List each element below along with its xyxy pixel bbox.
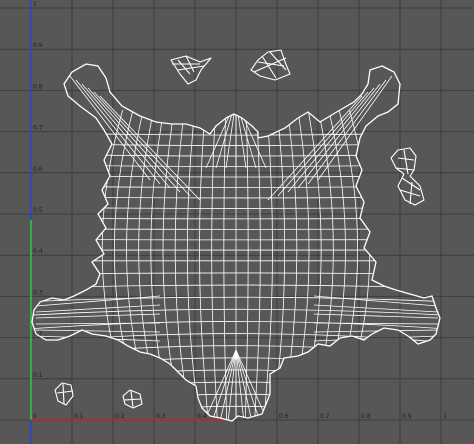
v-tick-label: 0.7 (33, 125, 43, 132)
main-hide-shell[interactable] (0, 63, 474, 430)
v-tick-label: 0.9 (33, 42, 43, 49)
u-tick-label: 0.1 (74, 413, 84, 420)
u-tick-label: 0.7 (320, 413, 330, 420)
tick-labels: 0 0.1 0.2 0.3 0.4 0.5 0.6 0.7 0.8 0.9 10.10.20.30.… (33, 1, 447, 420)
u-tick-label: 0.4 (197, 413, 207, 420)
u-tick-label: 0.8 (361, 413, 371, 420)
u-tick-label: 0.6 (279, 413, 289, 420)
v-tick-label: 1 (33, 1, 37, 8)
shell-fragment-top-left[interactable] (170, 55, 212, 85)
u-tick-label: 1 (443, 413, 447, 420)
shell-fragment-top-right[interactable] (250, 49, 291, 81)
shell-fragment-bottom-mid[interactable] (122, 389, 143, 409)
v-tick-label: 0.4 (33, 248, 43, 255)
v-tick-label: 0.1 (33, 372, 43, 379)
grid (0, 0, 474, 444)
u-tick-label: 0.9 (402, 413, 412, 420)
u-tick-label: 0 (33, 413, 37, 420)
hide-mesh (32, 75, 440, 421)
v-tick-label: 0.8 (33, 83, 43, 90)
v-tick-label: 0.3 (33, 289, 43, 296)
shell-fragment-bottom-left[interactable] (54, 382, 74, 406)
u-tick-label: 0.3 (156, 413, 166, 420)
uv-editor-viewport[interactable]: 0 0.1 0.2 0.3 0.4 0.5 0.6 0.7 0.8 0.9 1 0.1 0.2 0.3 0.… (0, 0, 474, 444)
uv-canvas[interactable]: 0 0.1 0.2 0.3 0.4 0.5 0.6 0.7 0.8 0.9 10.10.20.30.… (0, 0, 474, 444)
v-tick-label: 0.6 (33, 166, 43, 173)
v-tick-label: 0.5 (33, 207, 43, 214)
u-tick-label: 0.2 (115, 413, 125, 420)
shell-fragment-right[interactable] (390, 147, 425, 206)
